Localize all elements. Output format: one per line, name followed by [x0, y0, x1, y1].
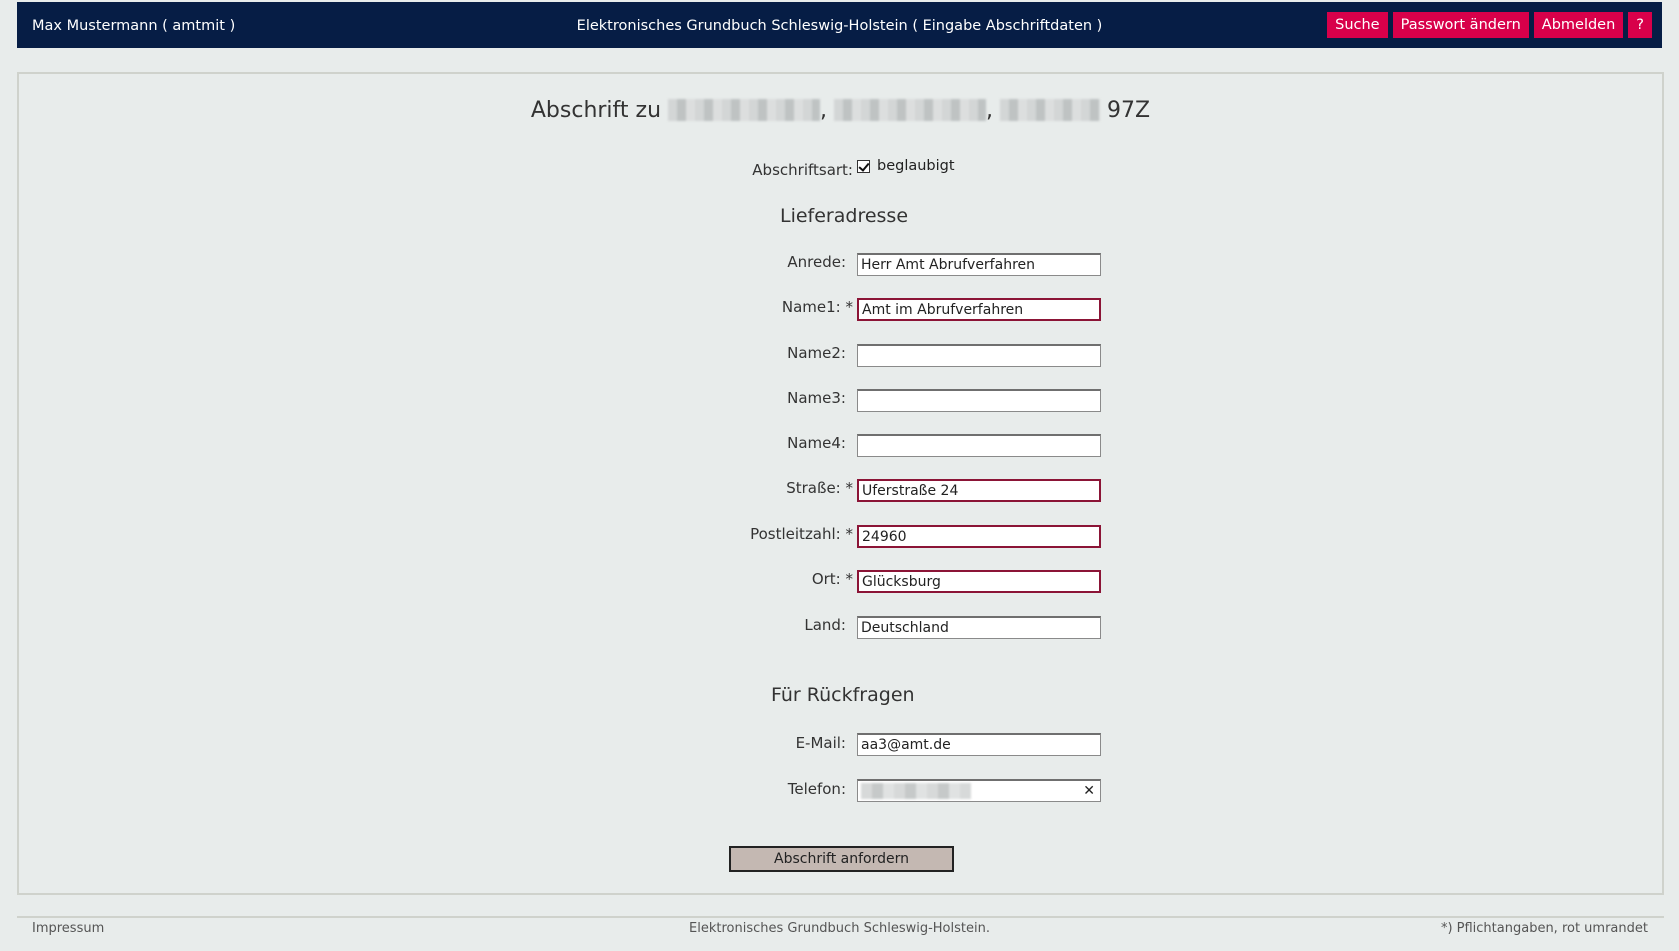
email-label: E-Mail:	[795, 734, 846, 752]
form-panel: Abschrift zu , , 97Z Abschriftsart: begl…	[17, 72, 1664, 895]
top-bar: Max Mustermann ( amtmit ) Elektronisches…	[17, 2, 1662, 48]
top-nav: Suche Passwort ändern Abmelden ?	[1327, 12, 1652, 38]
name3-label: Name3:	[787, 389, 846, 407]
title-suffix: 97Z	[1107, 98, 1151, 123]
title-prefix: Abschrift zu	[530, 98, 662, 123]
name1-label: Name1: *	[781, 298, 853, 316]
delivery-address-heading: Lieferadresse	[780, 205, 909, 227]
copy-type-label: Abschriftsart:	[752, 161, 853, 179]
clear-icon[interactable]: ✕	[1083, 782, 1095, 800]
certified-option[interactable]: beglaubigt	[857, 158, 955, 174]
footer-divider	[17, 916, 1664, 918]
certified-checkbox[interactable]	[857, 159, 870, 173]
salutation-label: Anrede:	[787, 253, 846, 271]
certified-label: beglaubigt	[877, 158, 955, 174]
redacted-text	[1000, 99, 1101, 121]
name2-input[interactable]	[857, 344, 1101, 367]
help-button[interactable]: ?	[1628, 12, 1652, 38]
user-name: Max Mustermann ( amtmit )	[32, 18, 236, 34]
change-password-button[interactable]: Passwort ändern	[1392, 12, 1529, 38]
name3-input[interactable]	[857, 389, 1101, 412]
salutation-input[interactable]	[857, 253, 1101, 276]
impressum-link[interactable]: Impressum	[32, 921, 104, 936]
request-copy-button[interactable]: Abschrift anfordern	[729, 846, 954, 872]
street-input[interactable]	[857, 479, 1101, 502]
required-note: *) Pflichtangaben, rot umrandet	[1440, 921, 1648, 936]
phone-input[interactable]: ✕	[857, 779, 1101, 802]
title-separator: ,	[820, 98, 828, 123]
redacted-text	[668, 99, 821, 121]
phone-label: Telefon:	[787, 780, 846, 798]
name4-label: Name4:	[787, 434, 846, 452]
name4-input[interactable]	[857, 434, 1101, 457]
contact-heading: Für Rückfragen	[771, 684, 915, 706]
footer-center-text: Elektronisches Grundbuch Schleswig-Holst…	[689, 921, 990, 936]
name1-input[interactable]	[857, 298, 1101, 321]
street-label: Straße: *	[786, 479, 853, 497]
name2-label: Name2:	[787, 344, 846, 362]
email-input[interactable]	[857, 733, 1101, 756]
country-label: Land:	[804, 616, 846, 634]
search-button[interactable]: Suche	[1327, 12, 1388, 38]
city-input[interactable]	[857, 570, 1101, 593]
postal-code-input[interactable]	[857, 525, 1101, 548]
logout-button[interactable]: Abmelden	[1533, 12, 1624, 38]
city-label: Ort: *	[811, 570, 853, 588]
page-title: Abschrift zu , , 97Z	[19, 98, 1662, 123]
country-input[interactable]	[857, 616, 1101, 639]
redacted-text	[834, 99, 987, 121]
postal-code-label: Postleitzahl: *	[750, 525, 853, 543]
redacted-phone	[861, 783, 971, 799]
title-separator: ,	[986, 98, 994, 123]
